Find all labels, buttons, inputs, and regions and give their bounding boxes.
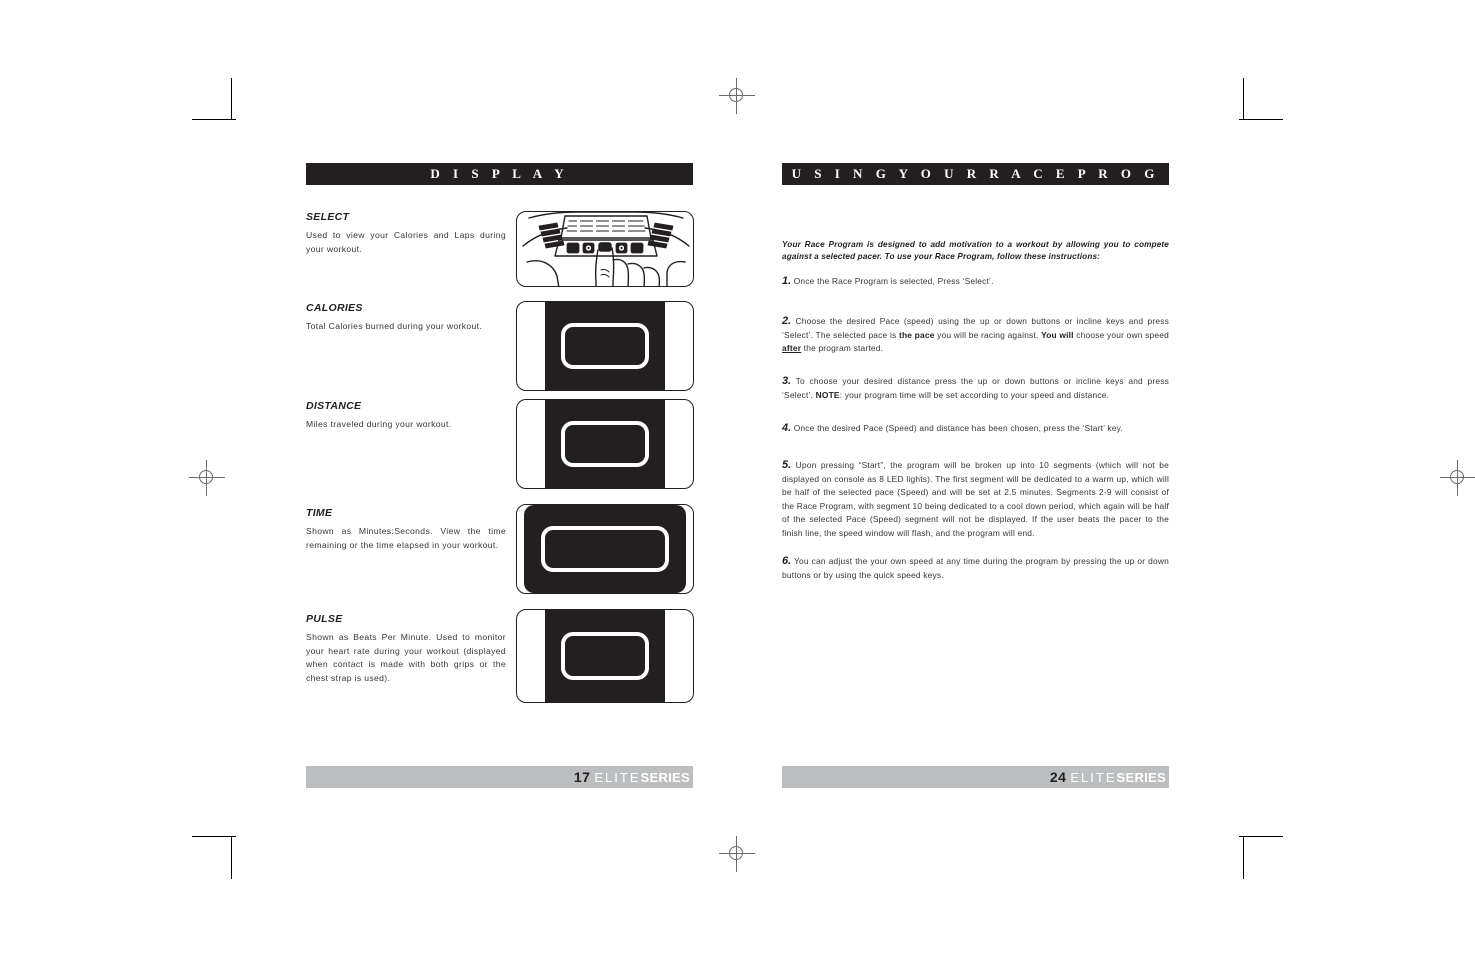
illustration-console-hand [516,211,694,287]
entry-title-calories: CALORIES [306,302,363,314]
illustration-lcd-time [516,504,694,594]
entry-calories: CALORIES Total Calories burned during yo… [306,302,506,334]
race-step-6: 6. You can adjust the your own speed at … [782,555,1169,582]
footer-left-page: 17 ELITESERIES [306,766,693,788]
entry-body-time: Shown as Minutes:Seconds. View the time … [306,526,506,550]
race-step-2-text-b: you will be racing against. [934,329,1042,340]
entry-body-pulse: Shown as Beats Per Minute. Used to monit… [306,632,506,683]
race-step-5-number: 5. [782,459,792,471]
race-step-2-text-d: the program started. [801,343,884,354]
race-step-2-text-c: choose your own speed [1073,329,1169,340]
entry-title-time: TIME [306,507,333,519]
race-step-6-number: 6. [782,555,792,567]
illustration-lcd-calories [516,301,694,391]
race-step-2-underline: after [782,343,802,354]
race-step-3: 3. To choose your desired distance press… [782,375,1169,402]
race-step-3-bold-a: NOTE [815,389,840,400]
race-step-2-number: 2. [782,315,792,327]
race-step-3-text-b: : your program time will be set accordin… [839,389,1110,400]
page-title-display: D I S P L A Y [306,163,693,185]
registration-mark-left-center [189,460,225,496]
entry-body-select: Used to view your Calories and Laps duri… [306,230,506,254]
race-step-2: 2. Choose the desired Pace (speed) using… [782,315,1169,356]
crop-mark-bottom-right-vertical [1243,837,1244,879]
entry-body-calories: Total Calories burned during your workou… [306,321,483,331]
entry-title-distance: DISTANCE [306,400,362,412]
illustration-lcd-distance [516,399,694,489]
crop-mark-bottom-left-horizontal [192,836,236,837]
crop-mark-bottom-left-vertical [231,837,232,879]
page-title-race-program: U S I N G Y O U R R A C E P R O G R A M [782,163,1169,203]
lcd-screen [561,323,649,369]
footer-brand-series-left: SERIES [640,770,690,785]
entry-pulse: PULSE Shown as Beats Per Minute. Used to… [306,613,506,685]
illustration-lcd-pulse [516,609,694,703]
footer-page-number-right: 24 [1049,769,1067,785]
footer-brand-elite-right: ELITE [1070,770,1117,785]
race-step-4-number: 4. [782,422,792,434]
lcd-screen [561,632,649,680]
race-step-4: 4. Once the desired Pace (Speed) and dis… [782,422,1169,436]
entry-time: TIME Shown as Minutes:Seconds. View the … [306,507,506,552]
left-page-column: D I S P L A Y SELECT Used to view your C… [306,163,694,703]
race-step-4-text: Once the desired Pace (Speed) and distan… [793,423,1123,433]
footer-brand-elite-left: ELITE [594,770,641,785]
race-step-1-text: Once the Race Program is selected, Press… [793,276,994,286]
race-step-2-bold-b: You will [1041,329,1074,340]
race-step-6-text: You can adjust the your own speed at any… [782,556,1169,580]
lcd-screen [561,421,649,467]
footer-page-number-left: 17 [573,769,591,785]
crop-mark-top-right-vertical [1243,78,1244,120]
crop-mark-top-right-horizontal [1239,119,1283,120]
entry-distance: DISTANCE Miles traveled during your work… [306,400,506,432]
race-step-1-number: 1. [782,275,792,287]
console-hand-drawing [522,212,690,286]
entry-title-pulse: PULSE [306,613,343,625]
registration-mark-bottom-center [719,836,755,872]
entry-title-select: SELECT [306,211,350,223]
race-program-intro: Your Race Program is designed to add mot… [782,240,1169,262]
entry-select: SELECT Used to view your Calories and La… [306,211,506,256]
right-page-column: U S I N G Y O U R R A C E P R O G R A M … [782,163,1169,580]
footer-brand-series-right: SERIES [1116,770,1166,785]
race-step-3-number: 3. [782,375,792,387]
race-step-2-bold-a: the pace [898,329,935,340]
crop-mark-top-left-vertical [231,78,232,120]
race-step-1: 1. Once the Race Program is selected, Pr… [782,275,1169,289]
crop-mark-bottom-right-horizontal [1239,836,1283,837]
race-step-5: 5. Upon pressing “Start”, the program wi… [782,459,1169,541]
registration-mark-right-center [1440,460,1475,496]
footer-right-page: 24 ELITESERIES [782,766,1169,788]
crop-mark-top-left-horizontal [192,119,236,120]
entry-body-distance: Miles traveled during your workout. [306,419,452,429]
registration-mark-top-center [719,78,755,114]
lcd-screen [541,526,669,572]
race-step-5-text: Upon pressing “Start”, the program will … [782,460,1170,538]
